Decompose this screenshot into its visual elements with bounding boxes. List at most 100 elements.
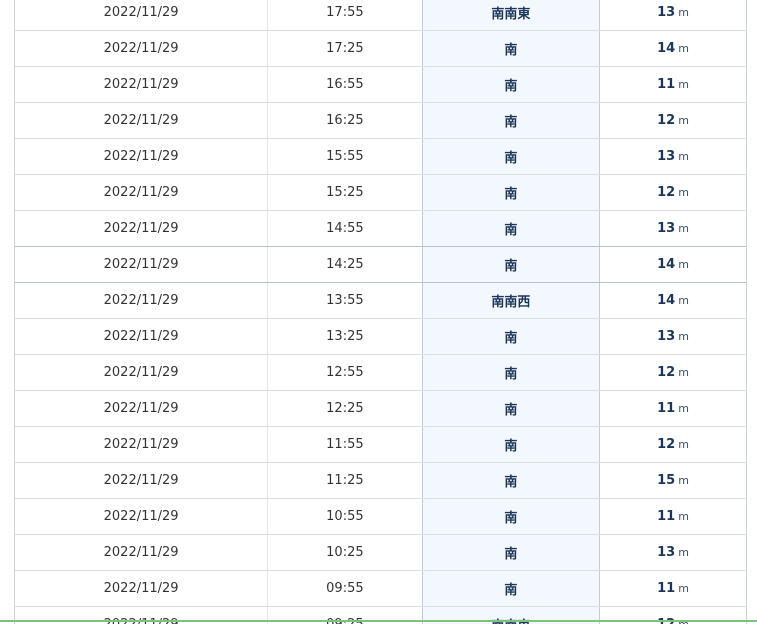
- wave-height-value: 14: [657, 41, 676, 57]
- date-cell: 2022/11/29: [15, 354, 268, 392]
- date-cell: 2022/11/29: [15, 498, 268, 536]
- wave-direction-cell: 南: [421, 426, 601, 464]
- wave-direction-cell: 南: [421, 570, 601, 608]
- time-cell: 14:55: [267, 210, 423, 248]
- wave-direction-cell: 南: [421, 174, 601, 212]
- wave-height-cell: 14 m: [599, 282, 746, 320]
- wave-table: 2022/11/29 17:55 南南東 13 m 2022/11/29 17:25 南 14 m…: [15, 0, 746, 624]
- time-cell: 15:25: [267, 174, 423, 212]
- date-cell: 2022/11/29: [15, 210, 268, 248]
- wave-height-unit: m: [678, 258, 689, 272]
- time-cell: 11:55: [267, 426, 423, 464]
- date-cell: 2022/11/29: [15, 0, 268, 32]
- date-cell: 2022/11/29: [15, 246, 268, 284]
- date-cell: 2022/11/29: [15, 570, 268, 608]
- wave-height-cell: 12m: [599, 102, 746, 140]
- wave-direction-cell: 南: [421, 246, 601, 284]
- wave-height-cell: 12m: [599, 174, 746, 212]
- wave-height-cell: 11 m: [599, 66, 746, 104]
- wave-height-cell: 13 m: [599, 0, 746, 32]
- wave-height-cell: 14 m: [599, 246, 746, 284]
- wave-height-value: 11: [657, 401, 676, 417]
- wave-height-value: 13: [657, 545, 676, 561]
- time-cell: 16:55: [267, 66, 423, 104]
- wave-height-value: 11: [657, 77, 676, 93]
- date-cell: 2022/11/29: [15, 102, 268, 140]
- table-row: 2022/11/29 13:55 南南西 14 m: [15, 282, 746, 320]
- time-cell: 16:25: [267, 102, 423, 140]
- table-row: 2022/11/29 10:55 南 11 m: [15, 498, 746, 536]
- table-row: 2022/11/29 16:25 南 12 m: [15, 102, 746, 140]
- wave-height-value: 12: [657, 437, 676, 453]
- time-cell: 09:55: [267, 570, 423, 608]
- table-row: 2022/11/29 11:25 南 15 m: [15, 462, 746, 500]
- wave-height-unit: m: [678, 42, 689, 56]
- wave-height-value: 13: [657, 221, 676, 237]
- time-cell: 10:55: [267, 498, 423, 536]
- table-row: 2022/11/29 11:55 南 12 m: [15, 426, 746, 464]
- wave-height-value: 12: [657, 365, 676, 381]
- wave-height-unit: m: [678, 294, 689, 308]
- wave-height-unit: m: [678, 510, 689, 524]
- wave-direction-cell: 南南西: [421, 282, 601, 320]
- date-cell: 2022/11/29: [15, 426, 268, 464]
- wave-height-unit: m: [678, 582, 689, 596]
- wave-direction-cell: 南: [421, 66, 601, 104]
- table-row: 2022/11/29 17:25 南 14 m: [15, 30, 746, 68]
- wave-height-cell: 13 m: [599, 210, 746, 248]
- wave-direction-cell: 南: [421, 498, 601, 536]
- wave-height-cell: 13 m: [599, 138, 746, 176]
- wave-height-value: 11: [657, 581, 676, 597]
- table-row: 2022/11/29 09:55 南 11 m: [15, 570, 746, 608]
- wave-direction-cell: 南: [421, 210, 601, 248]
- date-cell: 2022/11/29: [15, 390, 268, 428]
- wave-height-value: 14: [657, 293, 676, 309]
- wave-height-value: 12: [657, 185, 676, 201]
- table-row: 2022/11/29 14:55 南 13 m: [15, 210, 746, 248]
- table-row: 2022/11/29 12:55 南 12 m: [15, 354, 746, 392]
- wave-height-value: 13: [657, 329, 676, 345]
- table-row: 2022/11/29 13:25 南 13 m: [15, 318, 746, 356]
- table-row: 2022/11/29 17:55 南南東 13 m: [15, 0, 746, 32]
- wave-height-unit: m: [678, 150, 689, 164]
- wave-direction-cell: 南: [421, 354, 601, 392]
- wave-height-value: 12: [657, 113, 676, 129]
- wave-height-cell: 15 m: [599, 462, 746, 500]
- wave-height-unit: m: [678, 366, 689, 380]
- wave-direction-cell: 南: [421, 318, 601, 356]
- bottom-divider: [0, 620, 757, 622]
- table-row: 2022/11/29 16:55 南 11 m: [15, 66, 746, 104]
- time-cell: 13:25: [267, 318, 423, 356]
- time-cell: 10:25: [267, 534, 423, 572]
- time-cell: 12:25: [267, 390, 423, 428]
- wave-height-cell: 13 m: [599, 534, 746, 572]
- date-cell: 2022/11/29: [15, 174, 268, 212]
- date-cell: 2022/11/29: [15, 318, 268, 356]
- wave-direction-cell: 南: [421, 462, 601, 500]
- wave-height-unit: m: [678, 222, 689, 236]
- wave-height-unit: m: [678, 402, 689, 416]
- date-cell: 2022/11/29: [15, 138, 268, 176]
- wave-height-value: 11: [657, 509, 676, 525]
- time-cell: 15:55: [267, 138, 423, 176]
- wave-height-unit: m: [678, 474, 689, 488]
- date-cell: 2022/11/29: [15, 462, 268, 500]
- wave-height-unit: m: [678, 330, 689, 344]
- time-cell: 13:55: [267, 282, 423, 320]
- table-row: 2022/11/29 15:25 南 12 m: [15, 174, 746, 212]
- table-row: 2022/11/29 15:55 南 13 m: [15, 138, 746, 176]
- date-cell: 2022/11/29: [15, 534, 268, 572]
- wave-height-cell: 11 m: [599, 498, 746, 536]
- wave-height-cell: 13 m: [599, 318, 746, 356]
- wave-height-cell: 11 m: [599, 570, 746, 608]
- wave-height-unit: m: [678, 186, 689, 200]
- time-cell: 12:55: [267, 354, 423, 392]
- wave-direction-cell: 南南東: [421, 0, 601, 32]
- table-body: 2022/11/29 17:55 南南東 13 m 2022/11/29 17:25 南 14 m…: [15, 0, 746, 624]
- date-cell: 2022/11/29: [15, 30, 268, 68]
- wave-height-cell: 12m: [599, 426, 746, 464]
- wave-height-unit: m: [678, 114, 689, 128]
- wave-direction-cell: 南: [421, 102, 601, 140]
- table-row: 2022/11/29 14:25 南 14 m: [15, 246, 746, 284]
- wave-direction-cell: 南: [421, 30, 601, 68]
